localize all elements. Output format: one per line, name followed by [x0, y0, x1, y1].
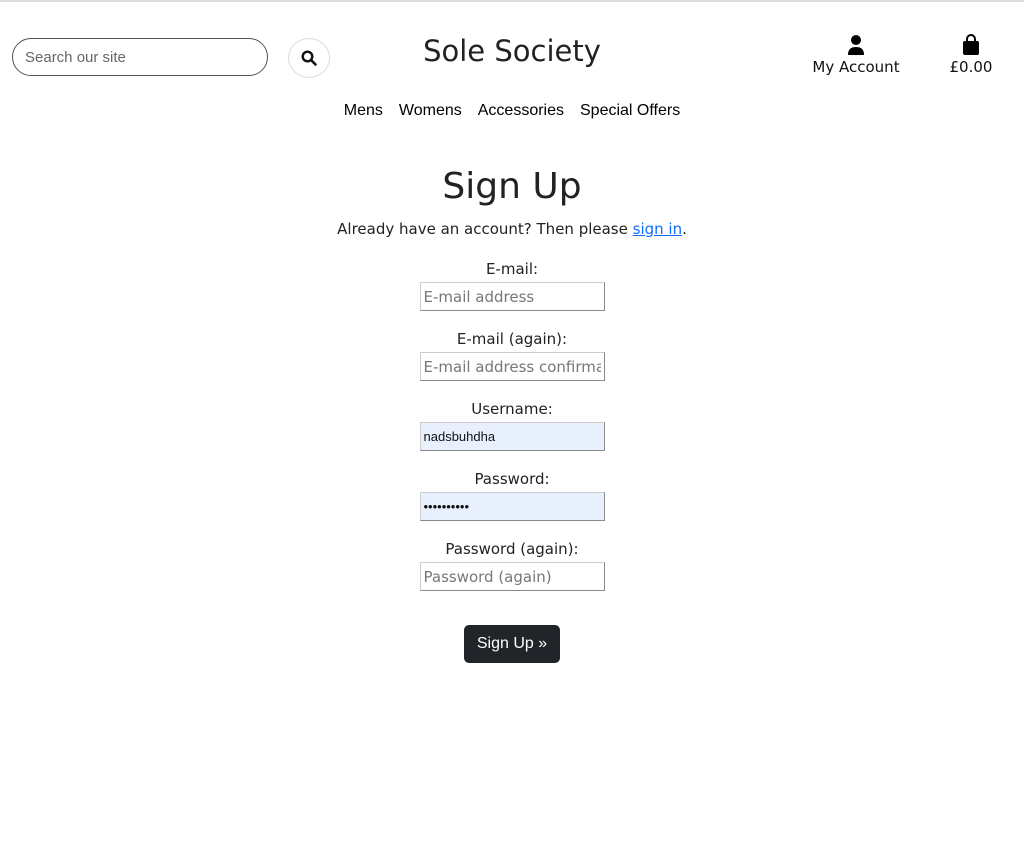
- my-account-label: My Account: [812, 58, 900, 76]
- shopping-bag-icon: [963, 34, 979, 55]
- password-field-group: Password:: [0, 470, 1024, 521]
- nav-special-offers[interactable]: Special Offers: [580, 102, 680, 120]
- password-again-field-group: Password (again):: [0, 540, 1024, 591]
- password-input[interactable]: [419, 492, 605, 521]
- password-again-label: Password (again):: [445, 540, 579, 558]
- email-again-input[interactable]: [419, 352, 605, 381]
- signin-prompt-suffix: .: [682, 220, 687, 238]
- signin-prompt-text: Already have an account? Then please: [337, 220, 633, 238]
- main-nav: Mens Womens Accessories Special Offers: [0, 102, 1024, 120]
- email-input[interactable]: [419, 282, 605, 311]
- nav-accessories[interactable]: Accessories: [478, 102, 564, 120]
- nav-mens[interactable]: Mens: [344, 102, 383, 120]
- my-account-link[interactable]: My Account: [806, 34, 906, 76]
- page-title: Sign Up: [442, 166, 582, 207]
- email-again-label: E-mail (again):: [456, 330, 568, 348]
- username-field-group: Username:: [0, 400, 1024, 451]
- username-input[interactable]: [419, 422, 605, 451]
- user-icon: [848, 35, 864, 55]
- basket-total: £0.00: [949, 58, 993, 76]
- username-label: Username:: [471, 400, 553, 418]
- sign-in-link[interactable]: sign in: [633, 220, 682, 238]
- signin-prompt: Already have an account? Then please sig…: [0, 220, 1024, 238]
- email-field-group: E-mail:: [0, 260, 1024, 311]
- password-again-input[interactable]: [419, 562, 605, 591]
- sign-up-button[interactable]: Sign Up »: [464, 625, 560, 663]
- basket-link[interactable]: £0.00: [936, 34, 1006, 76]
- password-label: Password:: [474, 470, 550, 488]
- email-label: E-mail:: [485, 260, 539, 278]
- nav-womens[interactable]: Womens: [399, 102, 462, 120]
- email-again-field-group: E-mail (again):: [0, 330, 1024, 381]
